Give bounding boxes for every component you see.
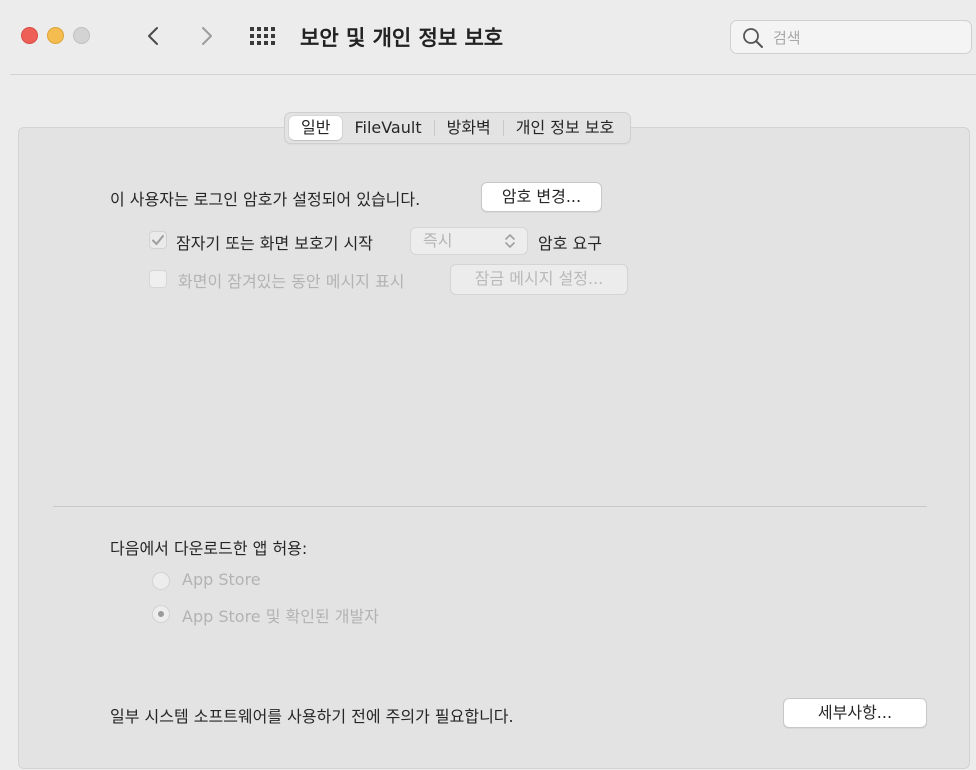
change-password-button[interactable]: 암호 변경...: [481, 182, 602, 212]
radio-app-store[interactable]: [152, 572, 170, 590]
tab-general[interactable]: 일반: [289, 116, 343, 140]
title-bar: 보안 및 개인 정보 보호: [10, 10, 976, 75]
radio-app-store-identified-label: App Store 및 확인된 개발자: [182, 607, 379, 626]
system-software-notice: 일부 시스템 소프트웨어를 사용하기 전에 주의가 필요합니다.: [110, 707, 514, 726]
tab-firewall[interactable]: 방화벽: [435, 116, 503, 140]
window-title: 보안 및 개인 정보 보호: [300, 26, 504, 50]
tab-filevault[interactable]: FileVault: [342, 116, 433, 140]
chevron-right-icon: [202, 27, 212, 45]
minimize-window-button[interactable]: [47, 27, 64, 44]
details-button[interactable]: 세부사항...: [783, 698, 927, 728]
settings-panel: [18, 127, 970, 769]
allow-apps-heading: 다음에서 다운로드한 앱 허용:: [110, 539, 308, 558]
radio-app-store-identified[interactable]: [152, 605, 170, 623]
show-lock-message-label: 화면이 잠겨있는 동안 메시지 표시: [178, 272, 405, 291]
show-all-button[interactable]: [248, 24, 276, 48]
checkmark-icon: [152, 235, 164, 245]
show-lock-message-checkbox[interactable]: [149, 270, 167, 288]
grid-icon: [250, 27, 275, 45]
close-window-button[interactable]: [21, 27, 38, 44]
radio-app-store-label: App Store: [182, 570, 261, 589]
preferences-window: 보안 및 개인 정보 보호 일반 FileVault 방화벽 개인 정보 보호 …: [10, 10, 976, 770]
set-lock-message-button[interactable]: 잠금 메시지 설정...: [450, 264, 628, 295]
back-button[interactable]: [140, 22, 168, 50]
radio-selected-dot: [158, 611, 164, 617]
select-value: 즉시: [423, 231, 453, 250]
section-divider: [53, 506, 927, 507]
require-password-delay-select[interactable]: 즉시: [410, 227, 528, 255]
require-password-checkbox[interactable]: [149, 231, 167, 249]
tab-bar: 일반 FileVault 방화벽 개인 정보 보호: [284, 112, 632, 144]
search-field[interactable]: [730, 20, 972, 54]
search-icon: [743, 28, 763, 48]
password-status-label: 이 사용자는 로그인 암호가 설정되어 있습니다.: [110, 190, 421, 209]
updown-chevron-icon: [505, 234, 515, 248]
tab-privacy[interactable]: 개인 정보 보호: [504, 116, 627, 140]
chevron-left-icon: [148, 27, 158, 45]
require-password-suffix: 암호 요구: [538, 234, 602, 253]
require-password-label: 잠자기 또는 화면 보호기 시작: [176, 234, 373, 253]
forward-button[interactable]: [192, 22, 220, 50]
zoom-window-button[interactable]: [73, 27, 90, 44]
search-input[interactable]: [771, 26, 965, 50]
